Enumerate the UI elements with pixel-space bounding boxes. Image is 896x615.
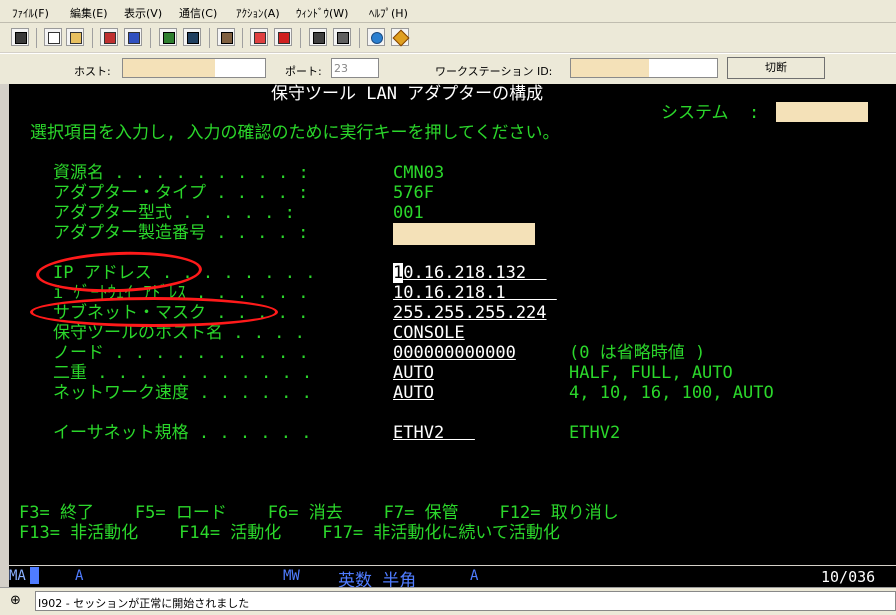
pause-icon [337, 32, 349, 44]
network-speed-label: ネットワーク速度 . . . . . . [53, 383, 312, 403]
receive-icon [128, 32, 140, 44]
printer-icon [15, 32, 27, 44]
print-screen-button[interactable] [11, 28, 29, 46]
connection-bar: ホスト: ポート: 23 ワークステーション ID: 切断 [0, 53, 896, 84]
workstation-id-label: ワークステーション ID: [435, 65, 553, 78]
menu-help[interactable]: ﾍﾙﾌﾟ(H) [369, 5, 408, 21]
redacted-mask [571, 59, 649, 77]
toolbar-separator [209, 28, 210, 48]
menu-file[interactable]: ﾌｧｲﾙ(F) [12, 5, 49, 21]
duplex-options: HALF, FULL, AUTO [569, 363, 733, 383]
record-button[interactable] [250, 28, 268, 46]
host-field[interactable] [122, 58, 266, 78]
system-label: システム : [661, 103, 760, 123]
macro-icon [221, 32, 233, 44]
function-keys-line2: F13= 非活動化 F14= 活動化 F17= 非活動化に続いて活動化 [19, 523, 560, 543]
macro-button[interactable] [217, 28, 235, 46]
gateway-input[interactable]: 10.16.218.1 [393, 283, 557, 303]
menu-action[interactable]: ｱｸｼｮﾝ(A) [236, 5, 280, 21]
ip-address-input[interactable]: 10.16.218.132 [393, 263, 547, 283]
instruction-text: 選択項目を入力し, 入力の確認のために実行キーを押してください。 [30, 123, 560, 143]
duplex-label: 二重 . . . . . . . . . . . [53, 363, 313, 383]
display2-button[interactable] [183, 28, 201, 46]
copy-button[interactable] [44, 28, 62, 46]
subnet-mask-input[interactable]: 255.255.255.224 [393, 303, 547, 323]
host-label: ホスト: [74, 65, 111, 78]
stop-button[interactable] [274, 28, 292, 46]
adapter-type-label: アダプター・タイプ . . . . : [53, 183, 309, 203]
subnet-mask-highlight [30, 297, 278, 327]
function-keys-line1: F3= 終了 F5= ロード F6= 消去 F7= 保管 F12= 取り消し [19, 503, 619, 523]
globe-button[interactable] [367, 28, 385, 46]
receive-button[interactable] [124, 28, 142, 46]
oia-a2: A [470, 568, 479, 584]
operator-info-area: MA A MW 英数 半角 A 10/036 [9, 566, 896, 591]
toolbar-separator [359, 28, 360, 48]
disconnect-button[interactable]: 切断 [727, 57, 825, 79]
globe-icon [371, 32, 383, 44]
play-icon [313, 32, 325, 44]
send-icon [104, 32, 116, 44]
pause-button[interactable] [333, 28, 351, 46]
cursor-position: 10/036 [821, 568, 876, 586]
display-button[interactable] [159, 28, 177, 46]
node-input[interactable]: 000000000000 [393, 343, 516, 363]
toolbar-separator [242, 28, 243, 48]
monitor-icon [163, 32, 175, 44]
paste-button[interactable] [66, 28, 84, 46]
redacted-mask [123, 59, 215, 77]
screen-title: 保守ツール LAN アダプターの構成 [271, 84, 544, 104]
status-bar: ⊕ I902 - セッションが正常に開始されました [0, 587, 896, 615]
ethernet-standard-options: ETHV2 [569, 423, 621, 443]
duplex-input[interactable]: AUTO [393, 363, 434, 383]
copy-icon [48, 32, 60, 44]
adapter-model-label: アダプター型式 . . . . . : [53, 203, 295, 223]
menu-window[interactable]: ｳｨﾝﾄﾞｳ(W) [296, 5, 348, 21]
toolbar-separator [36, 28, 37, 48]
record-icon [254, 32, 266, 44]
menu-view[interactable]: 表示(V) [124, 5, 162, 21]
oia-cursor-block [30, 567, 39, 584]
adapter-model-value: 001 [393, 203, 424, 223]
resource-name-label: 資源名 . . . . . . . . . : [53, 163, 309, 183]
adapter-type-value: 576F [393, 183, 434, 203]
service-host-name-input[interactable]: CONSOLE [393, 323, 465, 343]
menu-communication[interactable]: 通信(C) [179, 5, 217, 21]
paste-icon [70, 32, 82, 44]
menu-edit[interactable]: 編集(E) [70, 5, 108, 21]
node-hint: (0 は省略時値 ) [569, 343, 706, 363]
resource-name-value: CMN03 [393, 163, 445, 183]
terminal-screen[interactable]: 保守ツール LAN アダプターの構成 システム : 選択項目を入力し, 入力の確… [9, 84, 896, 565]
oia-mw: MW [283, 568, 300, 584]
port-label: ポート: [285, 65, 322, 78]
serial-number-masked [393, 223, 535, 245]
node-label: ノード . . . . . . . . . . [53, 343, 309, 363]
workstation-id-field[interactable] [570, 58, 718, 78]
toolbar-separator [92, 28, 93, 48]
ethernet-standard-input[interactable]: ETHV2 [393, 423, 475, 443]
send-button[interactable] [100, 28, 118, 46]
monitor-icon [187, 32, 199, 44]
oia-a1: A [75, 568, 84, 584]
pencil-icon [392, 29, 410, 47]
stop-icon [278, 32, 290, 44]
network-speed-input[interactable]: AUTO [393, 383, 434, 403]
system-value-masked [776, 102, 868, 122]
status-message: I902 - セッションが正常に開始されました [35, 591, 896, 611]
oia-ma: MA [9, 568, 26, 584]
play-button[interactable] [309, 28, 327, 46]
toolbar-separator [300, 28, 301, 48]
text-cursor: 1 [393, 263, 404, 283]
ethernet-standard-label: イーサネット規格 . . . . . . [53, 423, 312, 443]
toolbar-separator [150, 28, 151, 48]
toolbar [0, 23, 896, 52]
lock-icon: ⊕ [10, 593, 21, 608]
customize-button[interactable] [391, 28, 410, 47]
serial-number-label: アダプター製造番号 . . . . : [53, 223, 309, 243]
menu-bar: ﾌｧｲﾙ(F) 編集(E) 表示(V) 通信(C) ｱｸｼｮﾝ(A) ｳｨﾝﾄﾞ… [0, 0, 896, 23]
network-speed-options: 4, 10, 16, 100, AUTO [569, 383, 774, 403]
port-field[interactable]: 23 [331, 58, 379, 78]
